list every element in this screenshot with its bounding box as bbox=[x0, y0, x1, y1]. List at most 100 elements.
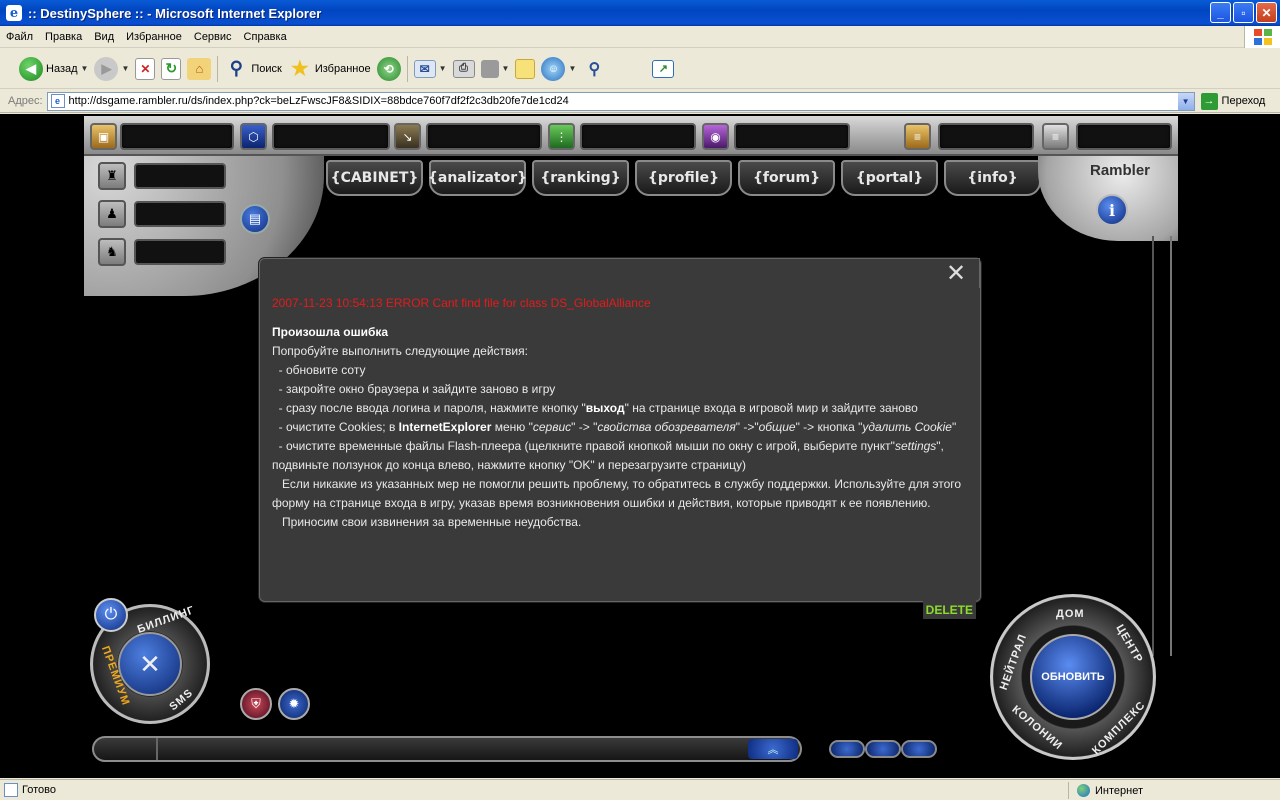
menu-bar: Файл Правка Вид Избранное Сервис Справка bbox=[0, 26, 1280, 48]
research-button[interactable]: ⚲ bbox=[579, 53, 609, 85]
document-icon[interactable]: ▤ bbox=[240, 204, 270, 234]
lightning-resource-icon[interactable]: ↘ bbox=[394, 123, 421, 150]
extra-button[interactable]: ↗ bbox=[649, 53, 677, 85]
ie-window: e :: DestinySphere :: - Microsoft Intern… bbox=[0, 0, 1280, 800]
mail-dropdown-icon[interactable]: ▼ bbox=[439, 64, 447, 73]
tab-profile[interactable]: {profile} bbox=[635, 160, 732, 196]
worker-icon[interactable]: ♞ bbox=[98, 238, 126, 266]
minimize-button[interactable]: _ bbox=[1210, 2, 1231, 23]
error-dialog: ✕ 2007-11-23 10:54:13 ERROR Cant find fi… bbox=[259, 258, 981, 619]
error-heading: Произошла ошибка bbox=[272, 325, 389, 339]
address-url: http://dsgame.rambler.ru/ds/index.php?ck… bbox=[68, 95, 569, 107]
menu-edit[interactable]: Правка bbox=[39, 31, 88, 43]
address-input[interactable]: e http://dsgame.rambler.ru/ds/index.php?… bbox=[46, 91, 1195, 111]
metal-resource-icon[interactable]: ≡ bbox=[1042, 123, 1069, 150]
gold-resource-icon[interactable]: ≡ bbox=[904, 123, 931, 150]
discuss-button[interactable] bbox=[512, 53, 538, 85]
print-button[interactable]: ⎙ bbox=[450, 53, 478, 85]
info-icon[interactable]: i bbox=[1096, 194, 1128, 226]
power-icon[interactable]: ⏻ bbox=[94, 598, 128, 632]
security-zone: Интернет bbox=[1068, 782, 1280, 799]
tab-portal[interactable]: {portal} bbox=[841, 160, 938, 196]
step4-part: " -> кнопка " bbox=[795, 420, 863, 434]
ie-logo-icon: e bbox=[6, 5, 22, 21]
search-label: Поиск bbox=[251, 62, 282, 75]
go-arrow-icon: → bbox=[1200, 92, 1218, 110]
go-button[interactable]: → Переход bbox=[1200, 92, 1266, 110]
status-bar: Готово Интернет bbox=[0, 779, 1280, 800]
address-dropdown-icon[interactable]: ▼ bbox=[1177, 92, 1194, 110]
windows-flag-icon bbox=[1244, 26, 1280, 48]
pilot-icon[interactable]: ♟ bbox=[98, 200, 126, 228]
menu-file[interactable]: Файл bbox=[0, 31, 39, 43]
soldier-icon[interactable]: ♜ bbox=[98, 162, 126, 190]
menu-tools[interactable]: Сервис bbox=[188, 31, 238, 43]
hexagon-resource-icon[interactable]: ⬡ bbox=[240, 123, 267, 150]
step4-part: " -> " bbox=[571, 420, 598, 434]
standard-toolbar: ◀ Назад ▼ ▶ ▼ ✕ ↻ ⌂ ⚲ Поиск ★ Избранное … bbox=[0, 49, 1280, 89]
favorites-button[interactable]: ★ Избранное bbox=[285, 53, 374, 85]
address-bar: Адрес: e http://dsgame.rambler.ru/ds/ind… bbox=[0, 90, 1280, 113]
history-button[interactable]: ⟲ bbox=[374, 53, 404, 85]
edit-button[interactable]: ▼ bbox=[478, 53, 513, 85]
crystal-resource-icon[interactable]: ⋮ bbox=[548, 123, 575, 150]
resource-slot-2 bbox=[272, 123, 390, 150]
menu-favorites[interactable]: Избранное bbox=[120, 31, 188, 43]
tab-cabinet[interactable]: {CABINET} bbox=[326, 160, 423, 196]
rambler-logo[interactable]: Rambler bbox=[1090, 162, 1150, 179]
home-button[interactable]: ⌂ bbox=[184, 53, 214, 85]
step5-italic: settings bbox=[894, 439, 937, 453]
tools-icon[interactable]: ✕ bbox=[118, 632, 182, 696]
messenger-button[interactable]: ☺ ▼ bbox=[538, 53, 579, 85]
step4-italic: общие bbox=[758, 420, 796, 434]
go-label: Переход bbox=[1221, 95, 1266, 107]
title-bar: e :: DestinySphere :: - Microsoft Intern… bbox=[0, 0, 1280, 26]
billing-dial: ✕ ⏻ БИЛЛИНГ ПРЕМИУМ SMS ⛨ ✹ bbox=[84, 584, 324, 744]
zone-label: Интернет bbox=[1095, 784, 1143, 797]
tab-info[interactable]: {info} bbox=[944, 160, 1041, 196]
step4-italic: удалить Cookie bbox=[862, 420, 952, 434]
step4-part: - очистите Cookies; в bbox=[272, 420, 399, 434]
main-nav: {CABINET} {analizator} {ranking} {profil… bbox=[326, 160, 1041, 196]
step4-part: " ->" bbox=[735, 420, 759, 434]
mail-button[interactable]: ✉ ▼ bbox=[411, 53, 450, 85]
dialog-close-icon[interactable]: ✕ bbox=[940, 262, 972, 286]
edit-dropdown-icon[interactable]: ▼ bbox=[502, 64, 510, 73]
history-icon: ⟲ bbox=[376, 56, 401, 81]
globe-icon bbox=[1077, 784, 1090, 797]
error-step-5: - очистите временные файлы Flash-плеера … bbox=[272, 437, 972, 475]
messenger-dropdown-icon[interactable]: ▼ bbox=[568, 64, 576, 73]
stop-button[interactable]: ✕ bbox=[132, 53, 158, 85]
pill-button-3[interactable] bbox=[901, 740, 937, 758]
edit-icon bbox=[480, 59, 499, 78]
chevron-up-icon[interactable]: ︽ bbox=[748, 739, 798, 759]
left-slot-1 bbox=[134, 163, 226, 189]
back-button[interactable]: ◀ Назад ▼ bbox=[16, 53, 91, 85]
cube-resource-icon[interactable]: ▣ bbox=[90, 123, 117, 150]
search-button[interactable]: ⚲ Поиск bbox=[221, 53, 284, 85]
error-help-text: Произошла ошибка Попробуйте выполнить сл… bbox=[272, 323, 972, 532]
step4-italic: сервис bbox=[532, 420, 572, 434]
tab-ranking[interactable]: {ranking} bbox=[532, 160, 629, 196]
close-button[interactable]: ✕ bbox=[1256, 2, 1277, 23]
refresh-center-button[interactable]: ОБНОВИТЬ bbox=[1030, 634, 1116, 720]
tab-forum[interactable]: {forum} bbox=[738, 160, 835, 196]
forward-dropdown-icon[interactable]: ▼ bbox=[121, 64, 129, 73]
forward-button[interactable]: ▶ ▼ bbox=[91, 53, 132, 85]
address-label: Адрес: bbox=[8, 95, 43, 107]
back-dropdown-icon[interactable]: ▼ bbox=[81, 64, 89, 73]
shield-icon[interactable]: ⛨ bbox=[240, 688, 272, 720]
menu-help[interactable]: Справка bbox=[238, 31, 293, 43]
dom-label[interactable]: ДОМ bbox=[1056, 608, 1085, 620]
tab-analizator[interactable]: {analizator} bbox=[428, 160, 527, 196]
maximize-button[interactable]: ▫ bbox=[1233, 2, 1254, 23]
toolbar-separator bbox=[217, 55, 219, 82]
delete-button[interactable]: DELETE bbox=[922, 601, 976, 619]
sun-icon[interactable]: ✹ bbox=[278, 688, 310, 720]
pill-button-1[interactable] bbox=[829, 740, 865, 758]
refresh-button[interactable]: ↻ bbox=[158, 53, 184, 85]
eye-resource-icon[interactable]: ◉ bbox=[702, 123, 729, 150]
menu-view[interactable]: Вид bbox=[88, 31, 120, 43]
error-step-3: - сразу после ввода логина и пароля, наж… bbox=[272, 399, 972, 418]
pill-button-2[interactable] bbox=[865, 740, 901, 758]
